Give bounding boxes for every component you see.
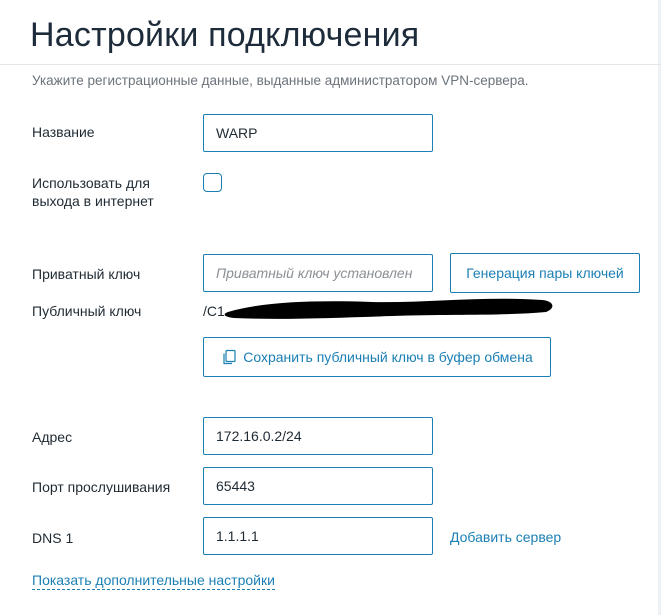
name-input[interactable]: WARP: [203, 114, 433, 152]
listen-port-label: Порт прослушивания: [32, 479, 171, 495]
page-title: Настройки подключения: [30, 16, 420, 54]
copy-public-key-label: Сохранить публичный ключ в буфер обмена: [243, 349, 533, 365]
dns1-label: DNS 1: [32, 530, 74, 546]
add-server-link[interactable]: Добавить сервер: [450, 529, 561, 545]
private-key-label: Приватный ключ: [32, 266, 141, 282]
internet-checkbox[interactable]: [203, 173, 222, 192]
copy-icon: [221, 349, 237, 365]
copy-public-key-button[interactable]: Сохранить публичный ключ в буфер обмена: [203, 337, 551, 377]
page-subtitle: Укажите регистрационные данные, выданные…: [32, 73, 529, 88]
address-input[interactable]: 172.16.0.2/24: [203, 417, 433, 455]
private-key-input[interactable]: Приватный ключ установлен: [203, 254, 433, 292]
address-label: Адрес: [32, 429, 73, 445]
title-divider: [0, 64, 661, 65]
generate-keys-button[interactable]: Генерация пары ключей: [450, 253, 640, 293]
show-advanced-settings-link[interactable]: Показать дополнительные настройки: [32, 572, 275, 590]
name-label: Название: [32, 124, 95, 140]
internet-checkbox-label: Использовать для выхода в интернет: [32, 175, 154, 209]
redaction-mark: [224, 298, 553, 319]
public-key-label: Публичный ключ: [32, 303, 142, 319]
listen-port-input[interactable]: 65443: [203, 467, 433, 505]
dns1-input[interactable]: 1.1.1.1: [203, 517, 433, 555]
